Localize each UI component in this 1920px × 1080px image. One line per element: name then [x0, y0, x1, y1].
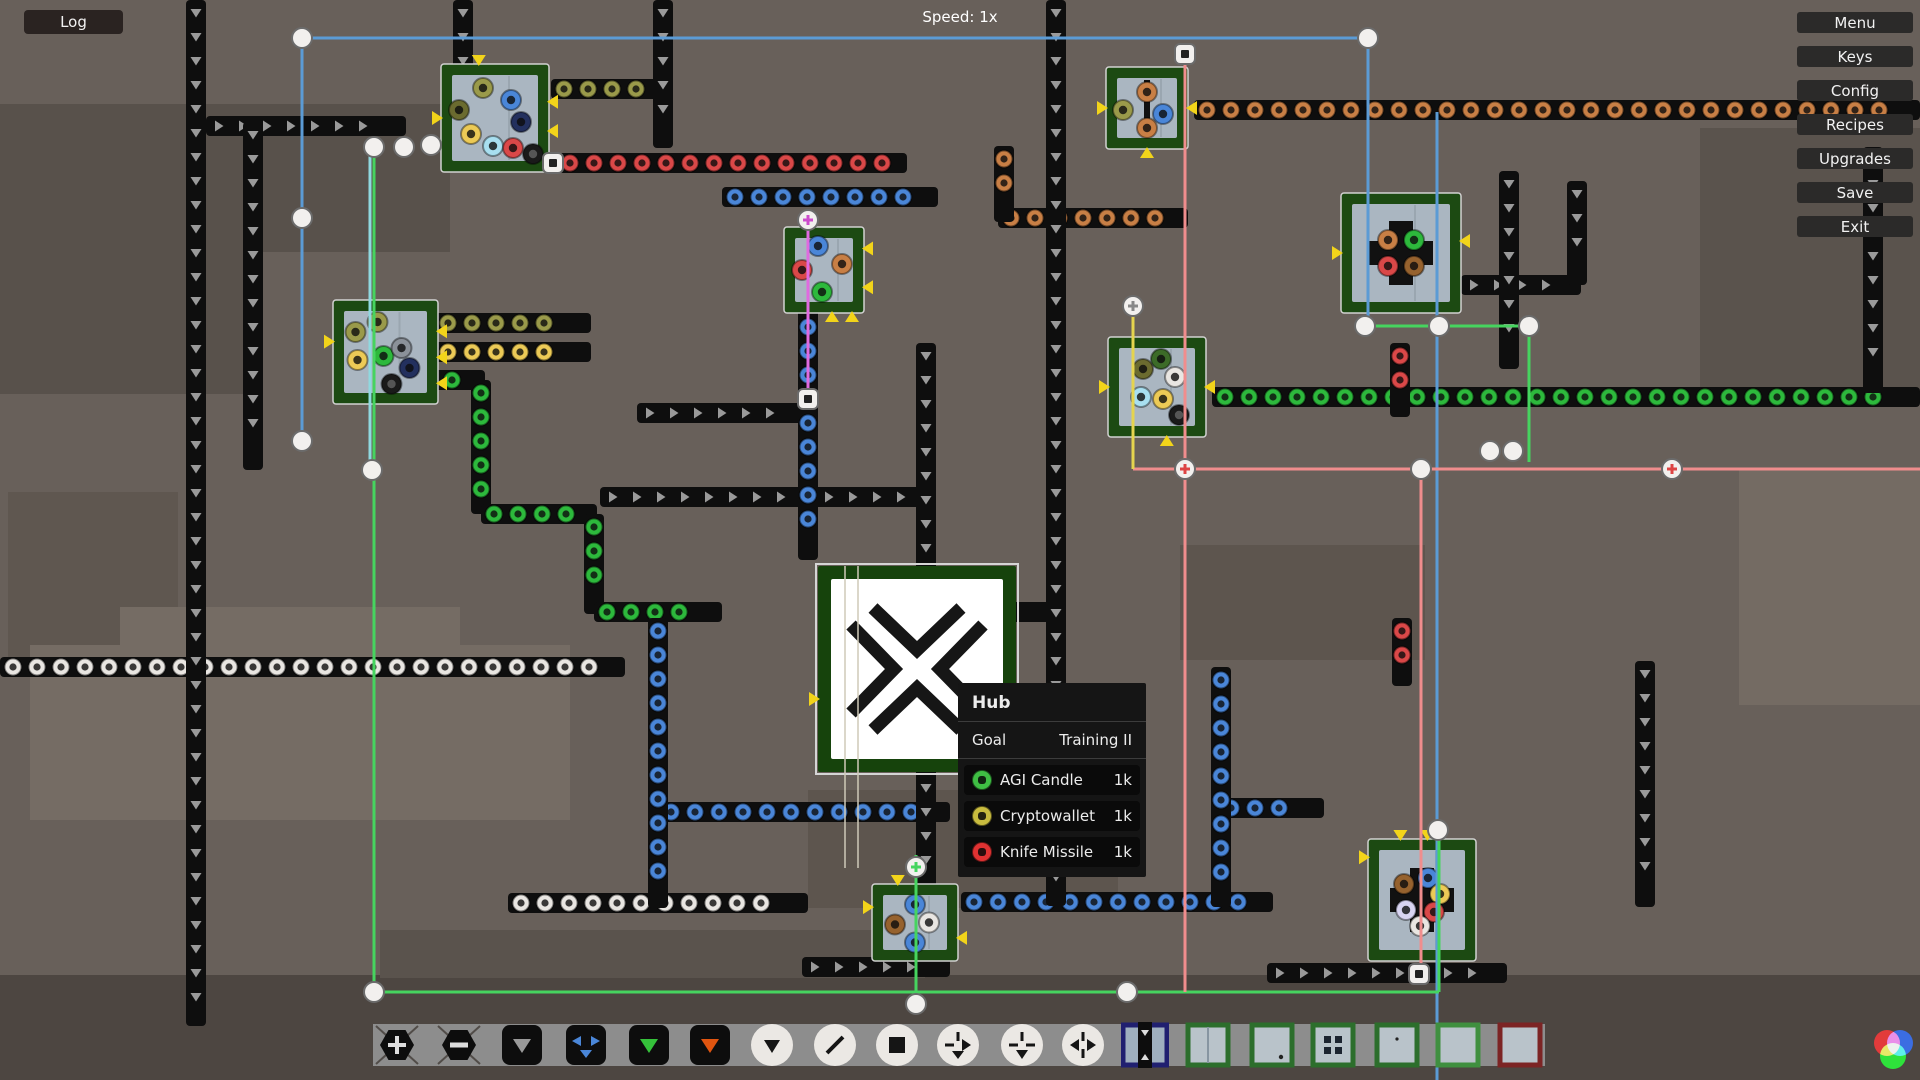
- factory-dot-tool[interactable]: [1248, 1021, 1296, 1069]
- belt-orange-tool[interactable]: [686, 1021, 734, 1069]
- goal-item-count: 1k: [1114, 807, 1132, 825]
- game-screen: Log Speed: 1x Menu Keys Config Recipes Upgra…: [0, 0, 1920, 1080]
- goal-item-row: AGI Candle 1k: [964, 765, 1140, 795]
- game-world[interactable]: [0, 0, 1920, 1080]
- log-button[interactable]: Log: [24, 10, 123, 34]
- agi-candle-icon: [972, 770, 992, 790]
- menu-button-recipes[interactable]: Recipes: [1797, 114, 1913, 135]
- factory-plain-tool[interactable]: [1434, 1021, 1482, 1069]
- speed-indicator: Speed: 1x: [922, 8, 997, 26]
- goal-item-name: Cryptowallet: [1000, 807, 1106, 825]
- log-button-label: Log: [60, 13, 87, 31]
- router-left-right-tool[interactable]: [1059, 1021, 1107, 1069]
- knife-missile-icon: [972, 842, 992, 862]
- goal-value: Training II: [1059, 731, 1132, 749]
- factory-line-tool[interactable]: [1184, 1021, 1232, 1069]
- menu-column: Menu Keys Config Recipes Upgrades Save Exit: [1797, 12, 1913, 237]
- goal-item-name: Knife Missile: [1000, 843, 1106, 861]
- hex-minus-tool[interactable]: [435, 1021, 483, 1069]
- round-stop-tool[interactable]: [873, 1021, 921, 1069]
- router-right-down-tool[interactable]: [934, 1021, 982, 1069]
- menu-button-upgrades[interactable]: Upgrades: [1797, 148, 1913, 169]
- factory-maroon-tool[interactable]: [1496, 1021, 1544, 1069]
- belt-green-tool[interactable]: [625, 1021, 673, 1069]
- goal-item-row: Knife Missile 1k: [964, 837, 1140, 867]
- factory-small-dot-tool[interactable]: [1373, 1021, 1421, 1069]
- round-down-tool[interactable]: [748, 1021, 796, 1069]
- tooltip-divider: [958, 758, 1146, 759]
- menu-button-exit[interactable]: Exit: [1797, 216, 1913, 237]
- belt-gray-tool[interactable]: [498, 1021, 546, 1069]
- build-toolbar: [373, 1024, 1545, 1066]
- menu-button-config[interactable]: Config: [1797, 80, 1913, 101]
- goal-item-name: AGI Candle: [1000, 771, 1106, 789]
- factory-grid-tool[interactable]: [1309, 1021, 1357, 1069]
- tooltip-title: Hub: [958, 689, 1146, 721]
- goal-label: Goal: [972, 731, 1006, 749]
- rgb-color-icon[interactable]: [1866, 1026, 1920, 1080]
- wall-bar-tool[interactable]: [1121, 1021, 1169, 1069]
- goal-items-list: AGI Candle 1k Cryptowallet 1k Knife Missile 1…: [958, 765, 1146, 867]
- goal-item-count: 1k: [1114, 843, 1132, 861]
- menu-button-save[interactable]: Save: [1797, 182, 1913, 203]
- goal-item-count: 1k: [1114, 771, 1132, 789]
- hub-tooltip: Hub Goal Training II AGI Candle1kCryptow…: [958, 683, 1146, 877]
- goal-row: Goal Training II: [958, 722, 1146, 758]
- wire-layer[interactable]: [302, 38, 1920, 1080]
- hex-plus-tool[interactable]: [373, 1021, 421, 1069]
- round-slash-tool[interactable]: [811, 1021, 859, 1069]
- goal-item-row: Cryptowallet 1k: [964, 801, 1140, 831]
- menu-button-keys[interactable]: Keys: [1797, 46, 1913, 67]
- router-down-tool[interactable]: [998, 1021, 1046, 1069]
- belt-splitter-tool[interactable]: [562, 1021, 610, 1069]
- cryptowallet-icon: [972, 806, 992, 826]
- menu-button-menu[interactable]: Menu: [1797, 12, 1913, 33]
